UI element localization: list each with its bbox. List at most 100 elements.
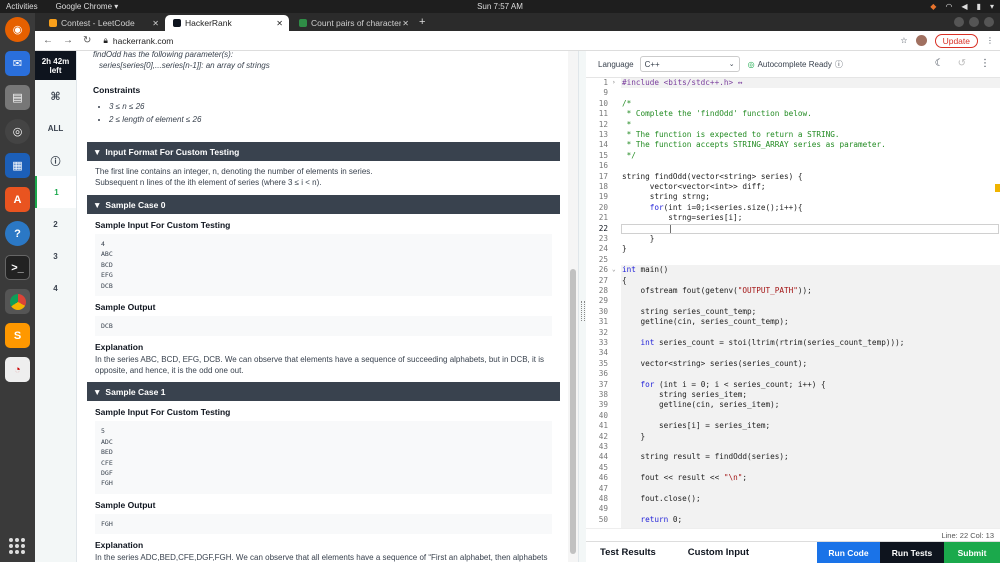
- nav-question-4[interactable]: 4: [35, 272, 76, 304]
- code-line[interactable]: 32: [586, 328, 1000, 338]
- code-line[interactable]: 34: [586, 348, 1000, 358]
- nav-question-1[interactable]: 1: [35, 176, 76, 208]
- system-tray[interactable]: ◆ ◠ ◀ ▮ ▾: [930, 2, 994, 11]
- code-line[interactable]: 10 /*: [586, 99, 1000, 109]
- close-window-icon[interactable]: [984, 17, 994, 27]
- code-line[interactable]: 21 strng=series[i];: [586, 213, 1000, 223]
- chrome-icon[interactable]: [5, 289, 30, 314]
- input-format-header[interactable]: ▼ Input Format For Custom Testing: [87, 142, 560, 161]
- nav-question-2[interactable]: 2: [35, 208, 76, 240]
- code-line[interactable]: 35 vector<string> series(series_count);: [586, 359, 1000, 369]
- code-line[interactable]: 16: [586, 161, 1000, 171]
- rhythmbox-icon[interactable]: ◎: [5, 119, 30, 144]
- code-line[interactable]: 15 */: [586, 151, 1000, 161]
- pane-splitter[interactable]: [578, 51, 586, 562]
- code-line[interactable]: 19 string strng;: [586, 192, 1000, 202]
- tab-test-results[interactable]: Test Results: [600, 547, 656, 558]
- code-line[interactable]: 30 string series_count_temp;: [586, 307, 1000, 317]
- fold-toggle-icon[interactable]: ⌄: [612, 265, 616, 275]
- code-line[interactable]: 40: [586, 411, 1000, 421]
- back-icon[interactable]: ←: [43, 35, 53, 46]
- submit-button[interactable]: Submit: [944, 542, 1000, 563]
- firefox-icon[interactable]: ◉: [5, 17, 30, 42]
- tab-leetcode[interactable]: Contest - LeetCode ✕: [41, 15, 165, 31]
- code-line[interactable]: 33 int series_count = stoi(ltrim(rtrim(s…: [586, 338, 1000, 348]
- code-line[interactable]: 17 string findOdd(vector<string> series) …: [586, 172, 1000, 182]
- code-line[interactable]: 36: [586, 369, 1000, 379]
- autocomplete-status[interactable]: ◎ Autocomplete Ready ⓘ: [748, 59, 843, 70]
- run-code-button[interactable]: Run Code: [817, 542, 880, 563]
- code-line[interactable]: 43: [586, 442, 1000, 452]
- sample-case-1-header[interactable]: ▼ Sample Case 1: [87, 382, 560, 402]
- code-area[interactable]: 1 › #include <bits/stdc++.h> ↔ 9 10/* 11 * Co…: [586, 78, 1000, 529]
- run-tests-button[interactable]: Run Tests: [880, 542, 944, 563]
- settings-menu-icon[interactable]: ⋮: [980, 58, 990, 69]
- kebab-menu-icon[interactable]: ⋮: [986, 36, 994, 45]
- problem-scrollbar[interactable]: [568, 51, 578, 562]
- forward-icon[interactable]: →: [63, 35, 73, 46]
- code-line[interactable]: 25: [586, 255, 1000, 265]
- theme-moon-icon[interactable]: ☾: [935, 58, 944, 69]
- code-line[interactable]: 38 string series_item;: [586, 390, 1000, 400]
- nav-question-3[interactable]: 3: [35, 240, 76, 272]
- code-line[interactable]: 42 }: [586, 432, 1000, 442]
- code-line[interactable]: 12 *: [586, 120, 1000, 130]
- code-line[interactable]: 37 for (int i = 0; i < series_count; i++…: [586, 380, 1000, 390]
- tab-hackerrank[interactable]: HackerRank ✕: [165, 15, 289, 31]
- code-line[interactable]: 13 * The function is expected to return …: [586, 130, 1000, 140]
- code-line[interactable]: 31 getline(cin, series_count_temp);: [586, 317, 1000, 327]
- code-line[interactable]: 44 string result = findOdd(series);: [586, 452, 1000, 462]
- fold-toggle-icon[interactable]: ›: [612, 78, 616, 88]
- code-line[interactable]: 27 {: [586, 276, 1000, 286]
- files-icon[interactable]: ▤: [5, 85, 30, 110]
- reload-icon[interactable]: ↻: [83, 35, 91, 46]
- url-field[interactable]: 🔒︎ hackerrank.com: [103, 35, 173, 46]
- language-select[interactable]: C++ ⌄: [639, 56, 740, 72]
- close-icon[interactable]: ✕: [276, 19, 283, 28]
- code-line[interactable]: 24}: [586, 244, 1000, 254]
- tab-geeksforgeeks[interactable]: Count pairs of characters ✕: [291, 15, 415, 31]
- activities-button[interactable]: Activities: [6, 2, 38, 11]
- minimize-icon[interactable]: [954, 17, 964, 27]
- avatar[interactable]: [915, 35, 927, 46]
- nav-all[interactable]: ALL: [35, 112, 76, 144]
- code-line[interactable]: 49: [586, 504, 1000, 514]
- code-line[interactable]: 47: [586, 484, 1000, 494]
- code-line[interactable]: 50 return 0;: [586, 515, 1000, 525]
- code-line[interactable]: 9: [586, 88, 1000, 98]
- reset-icon[interactable]: ↺: [958, 58, 966, 69]
- show-apps-icon[interactable]: [9, 538, 25, 554]
- code-line[interactable]: 48 fout.close();: [586, 494, 1000, 504]
- close-icon[interactable]: ✕: [152, 19, 159, 28]
- clock[interactable]: Sun 7:57 AM: [470, 2, 530, 11]
- terminal-icon[interactable]: >_: [5, 255, 30, 280]
- code-line[interactable]: 41 series[i] = series_item;: [586, 421, 1000, 431]
- scrollbar-thumb[interactable]: [570, 269, 576, 554]
- tab-custom-input[interactable]: Custom Input: [688, 547, 749, 558]
- code-line[interactable]: 26 ⌄ int main(): [586, 265, 1000, 275]
- code-line[interactable]: 14 * The function accepts STRING_ARRAY s…: [586, 140, 1000, 150]
- shield-icon[interactable]: ◆: [930, 2, 936, 11]
- code-line[interactable]: 45: [586, 463, 1000, 473]
- command-icon[interactable]: ⌘: [35, 80, 76, 112]
- app-menu[interactable]: Google Chrome ▾: [56, 2, 119, 11]
- update-button[interactable]: Update: [934, 33, 978, 48]
- bookmark-star-icon[interactable]: ☆: [900, 36, 907, 45]
- code-line[interactable]: 11 * Complete the 'findOdd' function bel…: [586, 109, 1000, 119]
- close-icon[interactable]: ✕: [402, 19, 409, 28]
- code-line[interactable]: 22 |: [586, 224, 1000, 234]
- url-text[interactable]: hackerrank.com: [113, 36, 173, 46]
- sample-case-0-header[interactable]: ▼ Sample Case 0: [87, 195, 560, 214]
- code-line[interactable]: 18 vector<vector<int>> diff;: [586, 182, 1000, 192]
- new-tab-icon[interactable]: +: [419, 16, 425, 28]
- writer-icon[interactable]: ▦: [5, 153, 30, 178]
- code-line[interactable]: 1 › #include <bits/stdc++.h> ↔: [586, 78, 1000, 88]
- code-app-icon[interactable]: ◔: [5, 357, 30, 382]
- info-icon[interactable]: ⓘ: [35, 144, 76, 176]
- software-center-icon[interactable]: A: [5, 187, 30, 212]
- help-icon[interactable]: ?: [5, 221, 30, 246]
- code-line[interactable]: 29: [586, 296, 1000, 306]
- code-line[interactable]: 23 }: [586, 234, 1000, 244]
- sublime-text-icon[interactable]: S: [5, 323, 30, 348]
- code-line[interactable]: 39 getline(cin, series_item);: [586, 400, 1000, 410]
